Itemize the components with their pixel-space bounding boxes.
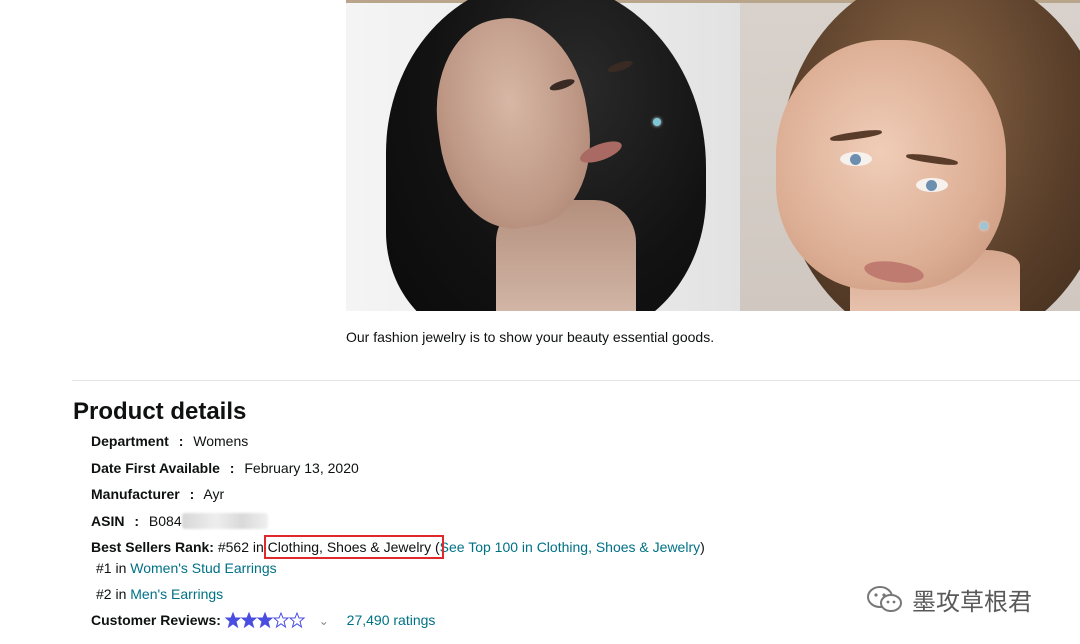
best-sellers-label: Best Sellers Rank: (91, 539, 214, 555)
best-sellers-category: Clothing, Shoes & Jewelry (267, 539, 432, 555)
date-first-value: February 13, 2020 (244, 460, 359, 476)
image-caption: Our fashion jewelry is to show your beau… (346, 329, 715, 345)
date-first-label: Date First Available (91, 460, 220, 476)
model-eye (840, 152, 872, 166)
star-full-icon (224, 611, 242, 629)
asin-sep: : (134, 513, 140, 529)
department-value: Womens (193, 433, 249, 449)
model-face (776, 40, 1006, 290)
model-brow (829, 128, 883, 143)
detail-row-subrank-2: #2 in Men's Earrings (96, 586, 223, 602)
star-full-icon (240, 611, 258, 629)
star-full-icon (256, 611, 274, 629)
detail-row-date-first-available: Date First Available : February 13, 2020 (91, 460, 359, 476)
see-top-100-link[interactable]: See Top 100 in Clothing, Shoes & Jewelry (440, 539, 700, 555)
detail-row-manufacturer: Manufacturer : Ayr (91, 486, 224, 502)
subrank-1-prefix: #1 in (96, 560, 127, 576)
date-first-sep: : (229, 460, 235, 476)
ratings-count-link[interactable]: 27,490 ratings (347, 612, 436, 628)
paren-close: ) (700, 539, 705, 555)
asin-value: B084 (148, 513, 182, 529)
asin-label: ASIN (91, 513, 125, 529)
best-sellers-rank-prefix: #562 in (217, 539, 264, 555)
model-eye (548, 76, 576, 93)
detail-row-best-sellers-rank: Best Sellers Rank: #562 in Clothing, Sho… (91, 535, 705, 559)
subrank-2-prefix: #2 in (96, 586, 127, 602)
product-details-title: Product details (73, 398, 247, 425)
model-photo-left[interactable] (346, 0, 740, 311)
asin-redaction-blur (181, 513, 268, 529)
mens-earrings-link[interactable]: Men's Earrings (130, 586, 223, 602)
department-label: Department (91, 433, 169, 449)
wechat-icon (867, 585, 902, 612)
stud-earring-icon (980, 222, 988, 230)
womens-stud-earrings-link[interactable]: Women's Stud Earrings (130, 560, 276, 576)
detail-row-subrank-1: #1 in Women's Stud Earrings (96, 560, 277, 576)
department-sep: : (178, 433, 184, 449)
wechat-watermark: 墨攻草根君 (866, 582, 1032, 617)
manufacturer-label: Manufacturer (91, 486, 180, 502)
product-image-strip (346, 0, 1080, 311)
star-empty-icon (288, 611, 306, 629)
stud-earring-icon (653, 118, 661, 126)
model-lips (862, 257, 926, 287)
model-eye (916, 178, 948, 192)
model-brow (905, 152, 959, 167)
watermark-text: 墨攻草根君 (912, 589, 1032, 616)
detail-row-asin: ASIN : B084 (91, 513, 268, 529)
manufacturer-sep: : (189, 486, 195, 502)
detail-row-department: Department : Womens (91, 433, 248, 449)
model-photo-right[interactable] (740, 0, 1080, 311)
section-divider (72, 380, 1080, 381)
manufacturer-value: Ayr (203, 486, 225, 502)
detail-row-customer-reviews: Customer Reviews: ⌄ 27,490 ratings (91, 611, 436, 631)
highlighted-category-box: Clothing, Shoes & Jewelry ( (263, 535, 444, 559)
customer-reviews-label: Customer Reviews: (91, 612, 221, 628)
chevron-down-icon[interactable]: ⌄ (319, 614, 329, 628)
star-rating[interactable] (224, 611, 307, 631)
star-empty-icon (272, 611, 290, 629)
